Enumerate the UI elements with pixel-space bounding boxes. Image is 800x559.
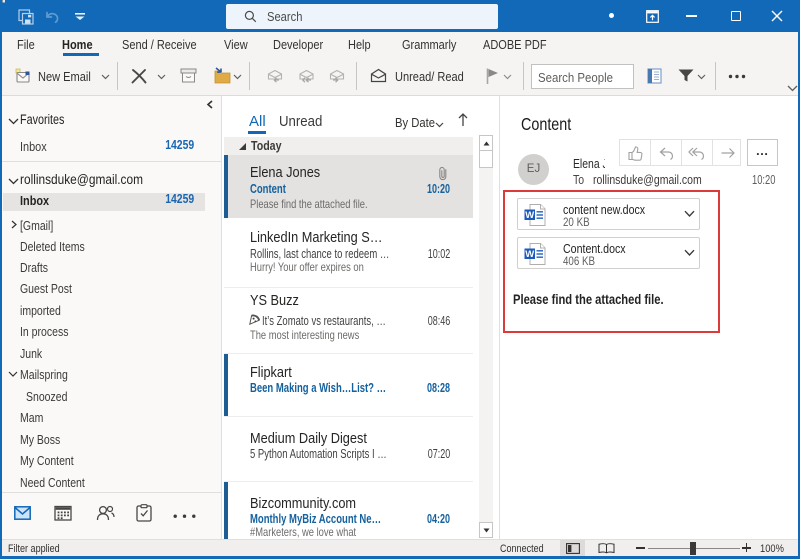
svg-text:W: W	[525, 210, 534, 221]
svg-text:W: W	[525, 249, 534, 260]
